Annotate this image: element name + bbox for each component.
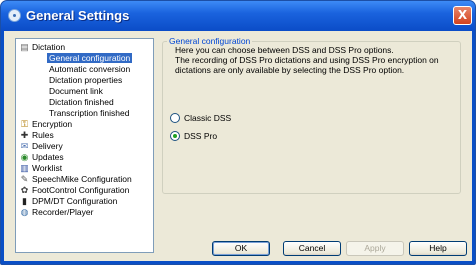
tree-item-recorder-player[interactable]: ◍ Recorder/Player <box>20 207 150 218</box>
ok-button[interactable]: OK <box>212 241 270 256</box>
tree-item-label: Rules <box>32 130 54 140</box>
dialog-body: ▤ Dictation General configuration Automa… <box>4 31 472 261</box>
rules-icon: ✚ <box>20 130 29 140</box>
recorder-icon: ◍ <box>20 207 29 217</box>
tree-item-worklist[interactable]: ▥ Worklist <box>20 163 150 174</box>
tree-item-dictation-finished[interactable]: Dictation finished <box>49 97 114 108</box>
tree-item-encryption[interactable]: ⚿ Encryption <box>20 119 150 130</box>
tree-item-label: Automatic conversion <box>49 64 131 74</box>
speechmike-icon: ✎ <box>20 174 29 184</box>
tree-item-delivery[interactable]: ✉ Delivery <box>20 141 150 152</box>
window-title: General Settings <box>26 8 130 23</box>
dss-pro-radio[interactable]: DSS Pro <box>170 130 370 142</box>
settings-tree[interactable]: ▤ Dictation General configuration Automa… <box>15 38 154 253</box>
tree-item-label: General configuration <box>47 53 133 63</box>
updates-icon: ◉ <box>20 152 29 162</box>
radio-indicator[interactable] <box>170 113 180 123</box>
cancel-button[interactable]: Cancel <box>283 241 341 256</box>
envelope-icon: ✉ <box>20 141 29 151</box>
tree-item-label: Dictation properties <box>49 75 123 85</box>
tree-item-transcription-finished[interactable]: Transcription finished <box>49 108 129 119</box>
tree-item-general-configuration[interactable]: General configuration <box>47 53 133 64</box>
tree-item-rules[interactable]: ✚ Rules <box>20 130 150 141</box>
description-text: Here you can choose between DSS and DSS … <box>175 45 455 75</box>
description-line: The recording of DSS Pro dictations and … <box>175 55 439 65</box>
tree-item-updates[interactable]: ◉ Updates <box>20 152 150 163</box>
footcontrol-icon: ✿ <box>20 185 29 195</box>
tree-item-automatic-conversion[interactable]: Automatic conversion <box>49 64 130 75</box>
radio-label: DSS Pro <box>184 131 218 141</box>
title-bar[interactable]: General Settings X <box>1 1 475 31</box>
dpm-icon: ▮ <box>22 196 27 206</box>
description-line: Here you can choose between DSS and DSS … <box>175 45 394 55</box>
tree-item-label: Document link <box>49 86 103 96</box>
window-bottom-border <box>1 261 475 264</box>
tree-item-dictation[interactable]: ▤ Dictation <box>20 42 150 53</box>
tree-item-label: DPM/DT Configuration <box>32 196 118 206</box>
tree-item-dpm-dt-configuration[interactable]: ▮ DPM/DT Configuration <box>20 196 150 207</box>
tree-item-speechmike-configuration[interactable]: ✎ SpeechMike Configuration <box>20 174 150 185</box>
radio-label: Classic DSS <box>184 113 232 123</box>
tree-item-document-link[interactable]: Document link <box>49 86 103 97</box>
tree-item-label: FootControl Configuration <box>32 185 130 195</box>
tree-item-label: Worklist <box>32 163 63 173</box>
radio-indicator[interactable] <box>170 131 180 141</box>
tree-item-label: Dictation finished <box>49 97 114 107</box>
close-button[interactable]: X <box>453 6 472 25</box>
tree-item-label: Recorder/Player <box>32 207 94 217</box>
dictation-icon: ▤ <box>20 42 29 52</box>
tree-item-label: Encryption <box>32 119 73 129</box>
key-icon: ⚿ <box>21 119 28 129</box>
tree-item-dictation-properties[interactable]: Dictation properties <box>49 75 122 86</box>
help-button[interactable]: Help <box>409 241 467 256</box>
tree-item-footcontrol-configuration[interactable]: ✿ FootControl Configuration <box>20 185 150 196</box>
tree-item-label: Delivery <box>32 141 63 151</box>
description-line: dictations are only available by selecti… <box>175 65 405 75</box>
tree-item-label: Transcription finished <box>49 108 130 118</box>
app-icon <box>8 9 21 22</box>
tree-item-label: Updates <box>32 152 64 162</box>
worklist-icon: ▥ <box>20 163 29 173</box>
settings-window: General Settings X ▤ Dictation General c… <box>0 0 476 265</box>
tree-item-label: SpeechMike Configuration <box>32 174 132 184</box>
tree-item-label: Dictation <box>32 42 66 52</box>
apply-button[interactable]: Apply <box>346 241 404 256</box>
classic-dss-radio[interactable]: Classic DSS <box>170 112 370 124</box>
